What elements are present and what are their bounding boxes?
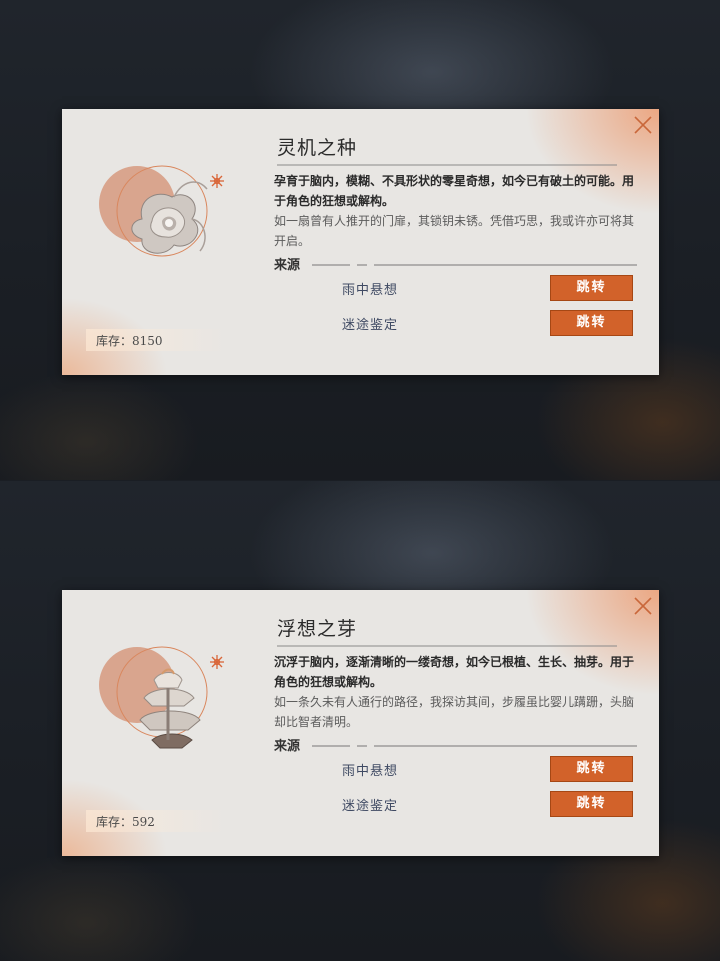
title-divider xyxy=(277,164,617,166)
screenshot-bottom: 浮想之芽 沉浮于脑内，逐渐清晰的一缕奇想，如今已根植、生长、抽芽。用于角色的狂想… xyxy=(0,481,720,961)
source-name: 迷途鉴定 xyxy=(342,799,399,814)
stock-count: 库存：8150 xyxy=(96,334,163,348)
item-detail-card: 灵机之种 孕育于脑内，模糊、不具形状的零星奇想，如今已有破土的可能。用于角色的狂… xyxy=(62,109,659,375)
item-description: 孕育于脑内，模糊、不具形状的零星奇想，如今已有破土的可能。用于角色的狂想或解构。… xyxy=(274,171,644,251)
source-row: 雨中悬想 跳转 xyxy=(62,756,659,782)
jump-button[interactable]: 跳转 xyxy=(550,310,633,336)
source-name: 迷途鉴定 xyxy=(342,318,399,333)
stock-badge: 库存：592 xyxy=(86,810,226,832)
description-flavor: 如一条久未有人通行的路径，我探访其间，步履虽比婴儿蹒跚，头脑却比智者清明。 xyxy=(274,695,635,729)
stock-badge: 库存：8150 xyxy=(86,329,226,351)
screenshot-top: 灵机之种 孕育于脑内，模糊、不具形状的零星奇想，如今已有破土的可能。用于角色的狂… xyxy=(0,0,720,480)
item-detail-card: 浮想之芽 沉浮于脑内，逐渐清晰的一缕奇想，如今已根植、生长、抽芽。用于角色的狂想… xyxy=(62,590,659,856)
source-divider xyxy=(312,745,637,747)
title-divider xyxy=(277,645,617,647)
source-label: 来源 xyxy=(274,739,301,754)
item-description: 沉浮于脑内，逐渐清晰的一缕奇想，如今已根植、生长、抽芽。用于角色的狂想或解构。 … xyxy=(274,652,644,732)
jump-button[interactable]: 跳转 xyxy=(550,791,633,817)
description-flavor: 如一扇曾有人推开的门扉，其锁钥未锈。凭借巧思，我或许亦可将其开启。 xyxy=(274,214,635,248)
source-name: 雨中悬想 xyxy=(342,283,399,298)
item-title: 浮想之芽 xyxy=(277,618,358,640)
source-divider xyxy=(312,264,637,266)
close-icon[interactable] xyxy=(631,594,655,618)
source-name: 雨中悬想 xyxy=(342,764,399,779)
stock-count: 库存：592 xyxy=(96,815,155,829)
description-main: 孕育于脑内，模糊、不具形状的零星奇想，如今已有破土的可能。用于角色的狂想或解构。 xyxy=(274,174,635,208)
jump-button[interactable]: 跳转 xyxy=(550,275,633,301)
jump-button[interactable]: 跳转 xyxy=(550,756,633,782)
description-main: 沉浮于脑内，逐渐清晰的一缕奇想，如今已根植、生长、抽芽。用于角色的狂想或解构。 xyxy=(274,655,635,689)
seed-flower-icon xyxy=(99,165,224,257)
close-icon[interactable] xyxy=(631,113,655,137)
source-label: 来源 xyxy=(274,258,301,273)
source-row: 雨中悬想 跳转 xyxy=(62,275,659,301)
sprout-crystal-icon xyxy=(99,646,224,749)
item-title: 灵机之种 xyxy=(277,137,358,159)
